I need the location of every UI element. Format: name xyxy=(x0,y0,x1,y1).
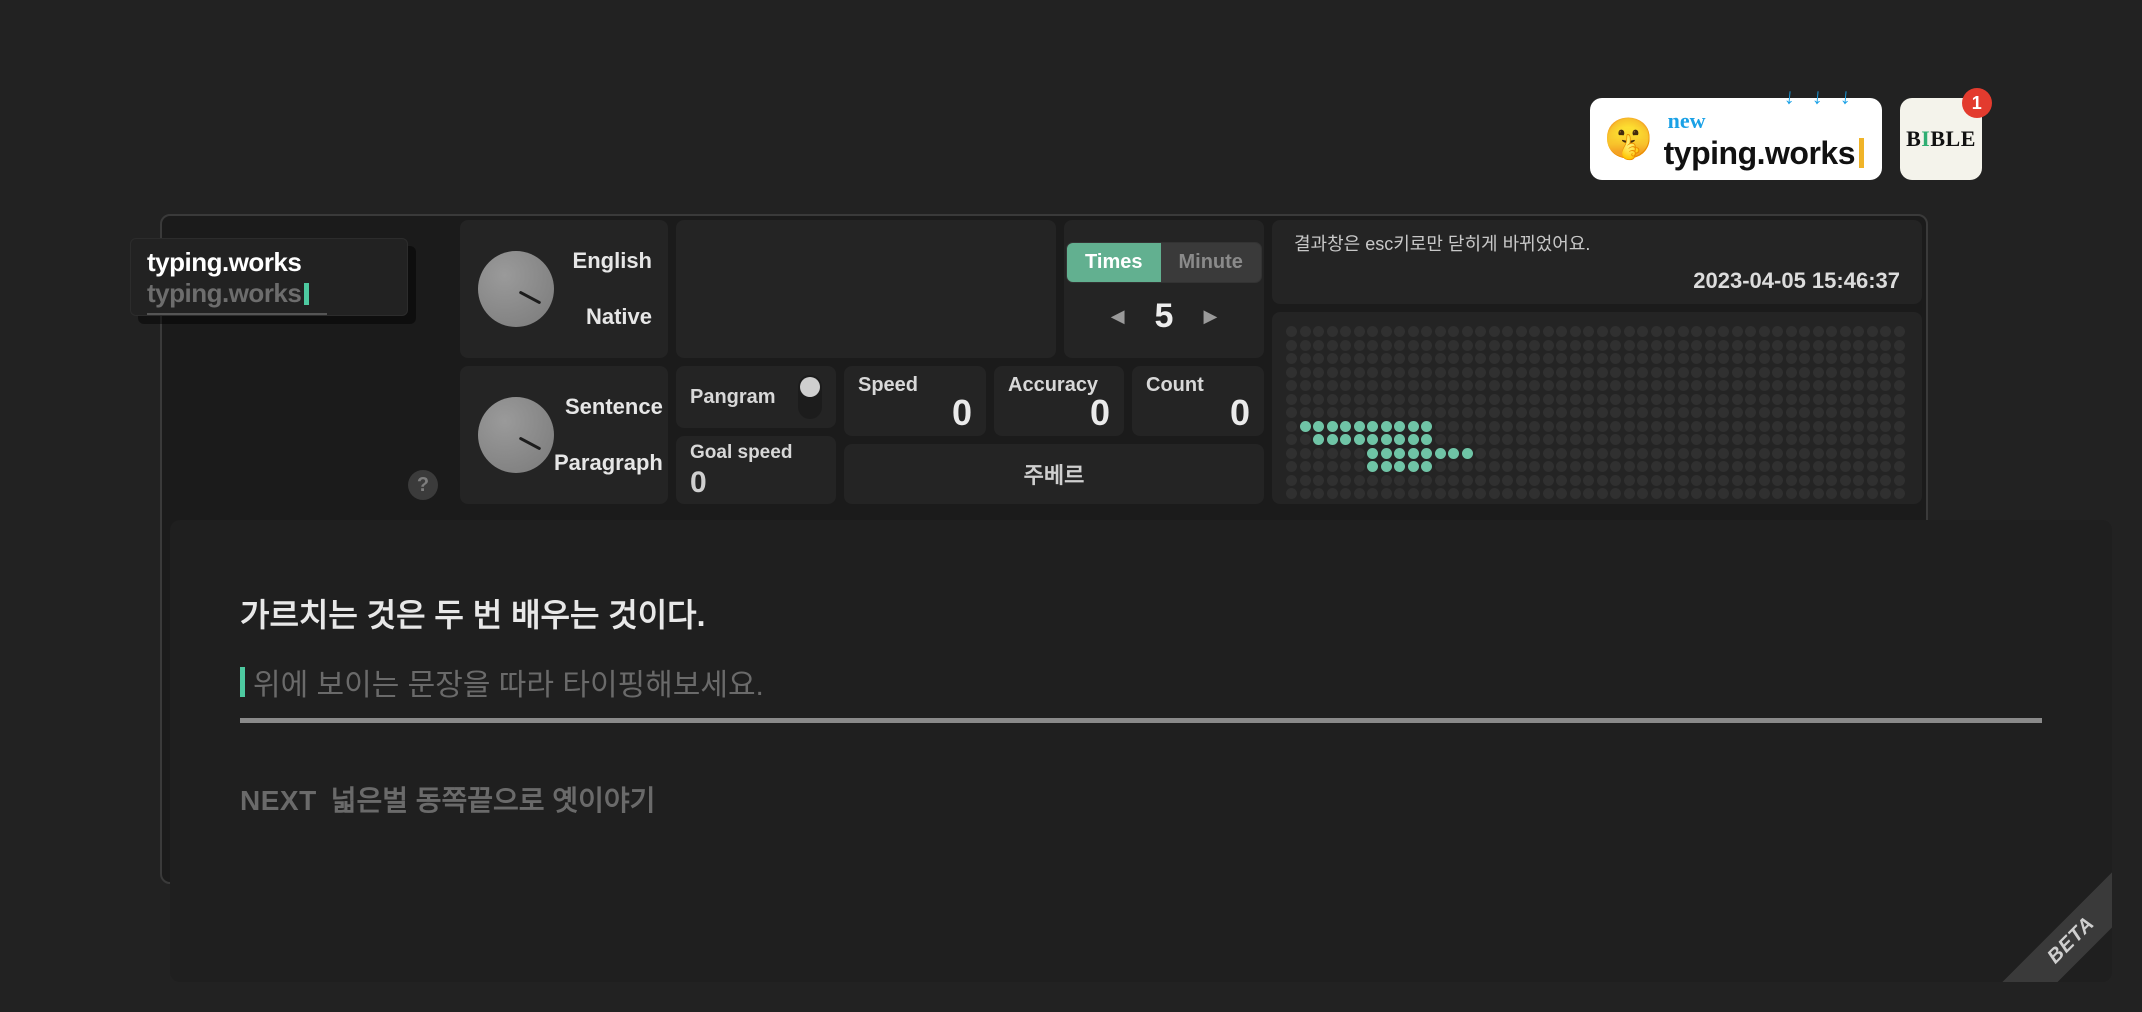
stepper-increment[interactable]: ▶ xyxy=(1203,306,1217,327)
lang-option-english[interactable]: English xyxy=(573,248,652,274)
notification-badge: 1 xyxy=(1962,88,1992,118)
next-text: 넓은벌 동쪽끝으로 옛이야기 xyxy=(331,779,656,819)
type-option-sentence[interactable]: Sentence xyxy=(565,394,663,420)
count-cell: Count 0 xyxy=(1132,366,1264,436)
language-knob-cell: English Native xyxy=(460,220,668,358)
speed-cell: Speed 0 xyxy=(844,366,986,436)
blank-cell xyxy=(676,220,1056,358)
info-message: 결과창은 esc키로만 닫히게 바뀌었어요. xyxy=(1294,230,1900,256)
source-title-cell[interactable]: 주베르 xyxy=(844,444,1264,504)
beta-ribbon: BETA xyxy=(1999,868,2112,982)
brand-label: typing.works xyxy=(1664,134,1864,169)
info-timestamp: 2023-04-05 15:46:37 xyxy=(1294,268,1900,294)
bible-text: BIBLE xyxy=(1906,126,1976,152)
mode-minute[interactable]: Minute xyxy=(1161,243,1261,282)
input-caret-icon xyxy=(240,667,245,697)
logo-card[interactable]: typing.works typing.works xyxy=(130,238,408,316)
count-stepper: ◀ 5 ▶ xyxy=(1111,297,1218,336)
arrows-down-icon: ↓↓↓ xyxy=(1784,84,1860,112)
pangram-toggle[interactable] xyxy=(798,375,822,419)
logo-underline xyxy=(147,313,327,315)
pangram-cell: Pangram xyxy=(676,366,836,428)
typing-placeholder: 위에 보이는 문장을 따라 타이핑해보세요. xyxy=(253,660,764,704)
typing-input[interactable]: 위에 보이는 문장을 따라 타이핑해보세요. xyxy=(240,660,2042,723)
next-tag: NEXT xyxy=(240,785,317,817)
pangram-label: Pangram xyxy=(690,386,776,409)
next-line: NEXT 넓은벌 동쪽끝으로 옛이야기 xyxy=(240,779,2042,819)
lang-option-native[interactable]: Native xyxy=(586,304,652,330)
language-knob[interactable] xyxy=(478,251,554,327)
goal-speed-cell[interactable]: Goal speed 0 xyxy=(676,436,836,504)
goal-speed-value: 0 xyxy=(690,466,822,500)
typing-area: 가르치는 것은 두 번 배우는 것이다. 위에 보이는 문장을 따라 타이핑해보… xyxy=(170,520,2112,982)
promo-new-typingworks[interactable]: ↓↓↓ 🤫 new typing.works xyxy=(1590,98,1882,180)
mode-segmented-control: Times Minute xyxy=(1066,242,1262,283)
activity-dot-matrix xyxy=(1272,312,1922,504)
content-type-knob[interactable] xyxy=(478,397,554,473)
content-type-knob-cell: Sentence Paragraph xyxy=(460,366,668,504)
new-label: new xyxy=(1664,110,1864,132)
type-option-paragraph[interactable]: Paragraph xyxy=(554,450,663,476)
info-cell: 결과창은 esc키로만 닫히게 바뀌었어요. 2023-04-05 15:46:… xyxy=(1272,220,1922,304)
accuracy-cell: Accuracy 0 xyxy=(994,366,1124,436)
mode-times[interactable]: Times xyxy=(1067,243,1160,282)
speed-value: 0 xyxy=(952,392,972,434)
goal-speed-label: Goal speed xyxy=(690,442,822,464)
count-value: 0 xyxy=(1230,392,1250,434)
prompt-text: 가르치는 것은 두 번 배우는 것이다. xyxy=(240,590,2042,636)
stepper-decrement[interactable]: ◀ xyxy=(1111,306,1125,327)
accuracy-value: 0 xyxy=(1090,392,1110,434)
help-icon[interactable]: ? xyxy=(408,470,438,500)
logo-line1: typing.works xyxy=(147,247,391,278)
promo-bible[interactable]: BIBLE 1 xyxy=(1900,98,1982,180)
stepper-value: 5 xyxy=(1155,297,1174,336)
shush-emoji-icon: 🤫 xyxy=(1604,119,1654,159)
mode-cell: Times Minute ◀ 5 ▶ xyxy=(1064,220,1264,358)
source-title: 주베르 xyxy=(1024,458,1085,490)
logo-line2: typing.works xyxy=(147,278,391,309)
